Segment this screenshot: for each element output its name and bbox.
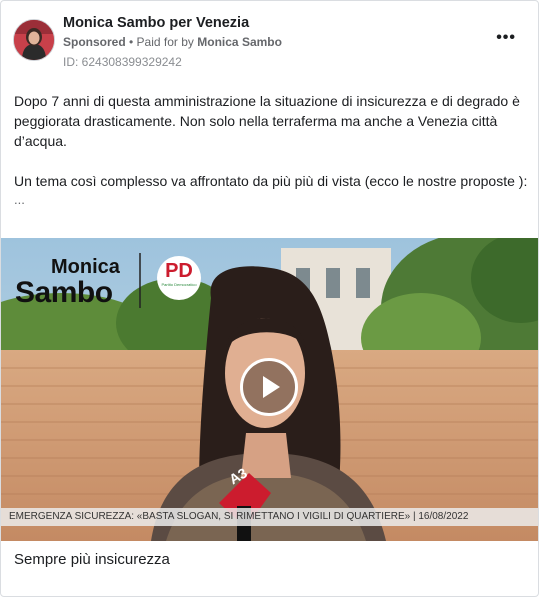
- paid-for-prefix: • Paid for by: [129, 35, 194, 49]
- post-paragraph-1: Dopo 7 anni di questa amministrazione la…: [14, 93, 520, 149]
- author-avatar[interactable]: [13, 19, 55, 61]
- play-icon[interactable]: [240, 358, 298, 416]
- more-icon[interactable]: •••: [496, 29, 516, 47]
- sponsored-line: Sponsored • Paid for by Monica Sambo: [63, 35, 282, 49]
- party-logo: PD Partito Democratico: [159, 260, 199, 296]
- news-ticker: EMERGENZA SICUREZZA: «BASTA SLOGAN, SI R…: [1, 508, 538, 526]
- see-more-ellipsis[interactable]: ...: [14, 191, 530, 209]
- post-body: Dopo 7 anni di questa amministrazione la…: [14, 91, 530, 209]
- ad-id: ID: 624308399329242: [63, 55, 182, 69]
- video-player[interactable]: Monica Sambo PD Partito Democratico A3 E…: [1, 238, 538, 541]
- author-name[interactable]: Monica Sambo per Venezia: [63, 15, 249, 31]
- ad-post-card: Monica Sambo per Venezia Sponsored • Pai…: [0, 0, 539, 597]
- sponsored-label: Sponsored: [63, 35, 126, 49]
- party-logo-mark: PD: [165, 260, 193, 282]
- post-caption[interactable]: Sempre più insicurezza: [14, 551, 170, 568]
- payer-name: Monica Sambo: [197, 35, 282, 49]
- logo-sambo: Sambo: [15, 276, 113, 309]
- post-paragraph-2: Un tema così complesso va affrontato da …: [14, 173, 528, 189]
- party-logo-subtitle: Partito Democratico: [161, 282, 197, 287]
